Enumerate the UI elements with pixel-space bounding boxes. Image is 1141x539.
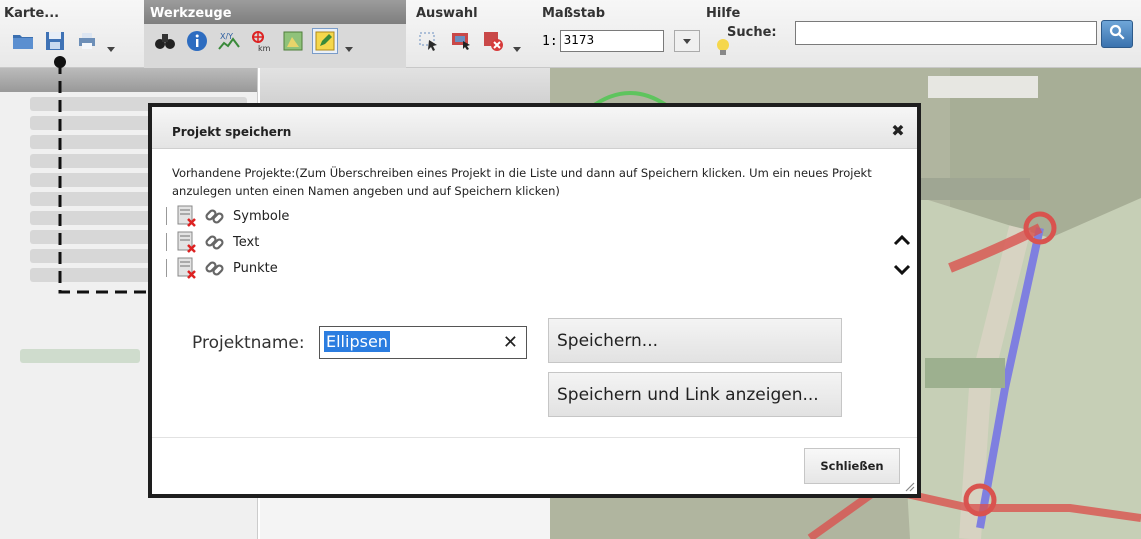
group-title-massstab: Maßstab	[542, 6, 606, 21]
project-name: Text	[233, 234, 260, 250]
scale-input[interactable]: 3173	[559, 30, 664, 52]
save-and-show-link-button[interactable]: Speichern und Link anzeigen...	[548, 372, 842, 417]
project-list[interactable]: Symbole Text Punkte	[166, 203, 866, 299]
project-name: Punkte	[233, 260, 278, 276]
toolbar-group-auswahl: Auswahl	[412, 0, 532, 68]
layer-tree-header	[0, 68, 257, 92]
resize-grip-icon[interactable]	[903, 480, 915, 492]
scale-prefix: 1:	[542, 33, 558, 49]
werkzeuge-dropdown-arrow[interactable]	[344, 28, 354, 54]
svg-text:km: km	[258, 44, 271, 53]
select-area-icon[interactable]	[448, 28, 474, 54]
search-icon	[1108, 23, 1126, 45]
chevron-up-icon	[893, 234, 911, 246]
scale-dropdown-button[interactable]	[673, 30, 700, 52]
select-pointer-icon[interactable]	[416, 28, 442, 54]
karte-dropdown-arrow[interactable]	[106, 28, 116, 54]
project-name-field[interactable]: Ellipsen ✕	[319, 326, 527, 359]
layer-tree-status-row	[20, 349, 140, 363]
dialog-close-button[interactable]: ✖	[889, 120, 907, 140]
list-scroll-down-button[interactable]	[891, 261, 913, 279]
measure-km-icon[interactable]: km	[248, 28, 274, 54]
auswahl-dropdown-arrow[interactable]	[512, 28, 522, 54]
group-title-karte: Karte...	[4, 6, 60, 21]
project-name-value: Ellipsen	[324, 331, 390, 352]
svg-text:X/Y: X/Y	[220, 32, 233, 41]
delete-project-icon[interactable]	[177, 205, 197, 227]
clear-input-icon[interactable]: ✕	[503, 332, 518, 353]
link-chain-icon[interactable]	[205, 258, 225, 278]
search-input[interactable]	[795, 21, 1097, 45]
save-project-dialog: Projekt speichern ✖ Vorhandene Projekte:…	[148, 103, 921, 498]
list-item[interactable]: Symbole	[166, 203, 866, 229]
delete-project-icon[interactable]	[177, 257, 197, 279]
dialog-titlebar[interactable]: Projekt speichern ✖	[152, 107, 917, 149]
project-name-label: Projektname:	[192, 333, 305, 353]
group-title-hilfe: Hilfe	[706, 6, 741, 21]
group-title-werkzeuge: Werkzeuge	[144, 0, 406, 24]
toolbar-group-werkzeuge: Werkzeuge X/Y km	[144, 0, 406, 68]
list-scroll-up-button[interactable]	[891, 231, 913, 249]
search-button[interactable]	[1101, 20, 1133, 48]
link-chain-icon[interactable]	[205, 232, 225, 252]
binoculars-icon[interactable]	[152, 28, 178, 54]
dialog-title: Projekt speichern	[172, 125, 292, 139]
open-folder-icon[interactable]	[10, 28, 36, 54]
group-title-auswahl: Auswahl	[416, 6, 478, 21]
save-button[interactable]: Speichern...	[548, 318, 842, 363]
edit-drawing-icon[interactable]	[312, 28, 338, 54]
delete-project-icon[interactable]	[177, 231, 197, 253]
dialog-description: Vorhandene Projekte:(Zum Überschreiben e…	[172, 166, 872, 198]
list-item[interactable]: Text	[166, 229, 866, 255]
chevron-down-icon	[893, 264, 911, 276]
xy-coordinates-icon[interactable]: X/Y	[216, 28, 242, 54]
map-area-icon[interactable]	[280, 28, 306, 54]
list-item[interactable]: Punkte	[166, 255, 866, 281]
legend-panel-header	[260, 68, 550, 108]
info-icon[interactable]	[184, 28, 210, 54]
scale-control: 1: 3173	[542, 30, 700, 52]
dialog-divider	[152, 437, 917, 438]
project-name: Symbole	[233, 208, 290, 224]
close-button[interactable]: Schließen	[804, 448, 900, 484]
toolbar: Karte... Werkzeuge X/Y km Auswahl Maßsta…	[0, 0, 1141, 68]
clear-selection-icon[interactable]	[480, 28, 506, 54]
save-disk-icon[interactable]	[42, 28, 68, 54]
print-icon[interactable]	[74, 28, 100, 54]
search-label: Suche:	[727, 25, 777, 40]
toolbar-group-karte: Karte...	[0, 0, 140, 68]
link-chain-icon[interactable]	[205, 206, 225, 226]
close-icon: ✖	[891, 120, 905, 140]
